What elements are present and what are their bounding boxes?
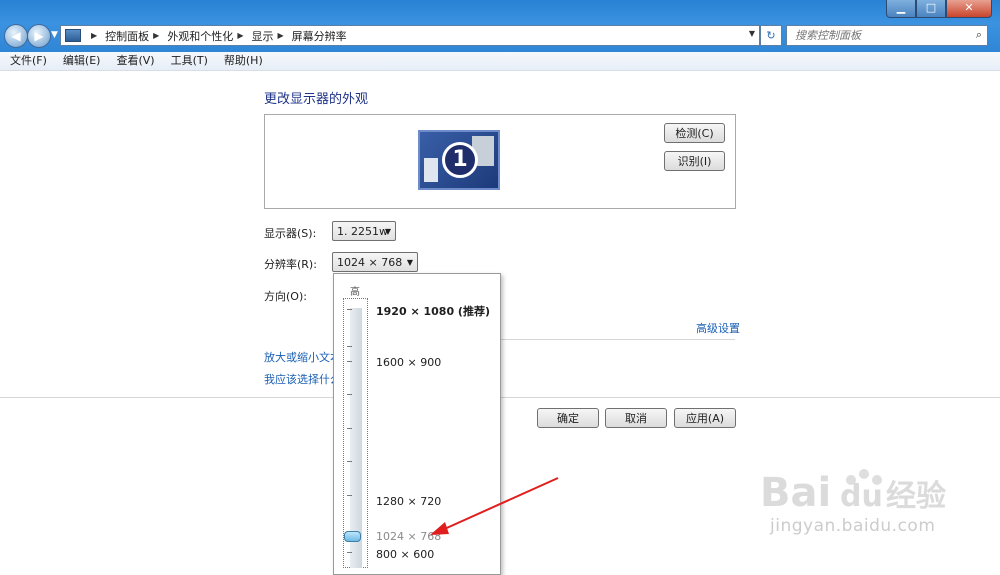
svg-text:经验: 经验 [886, 479, 946, 514]
watermark-url: jingyan.baidu.com [770, 516, 936, 536]
svg-text:Bai: Bai [760, 470, 831, 516]
svg-text:du: du [840, 479, 883, 514]
baidu-watermark: Bai du 经验 jingyan.baidu.com [760, 458, 990, 551]
